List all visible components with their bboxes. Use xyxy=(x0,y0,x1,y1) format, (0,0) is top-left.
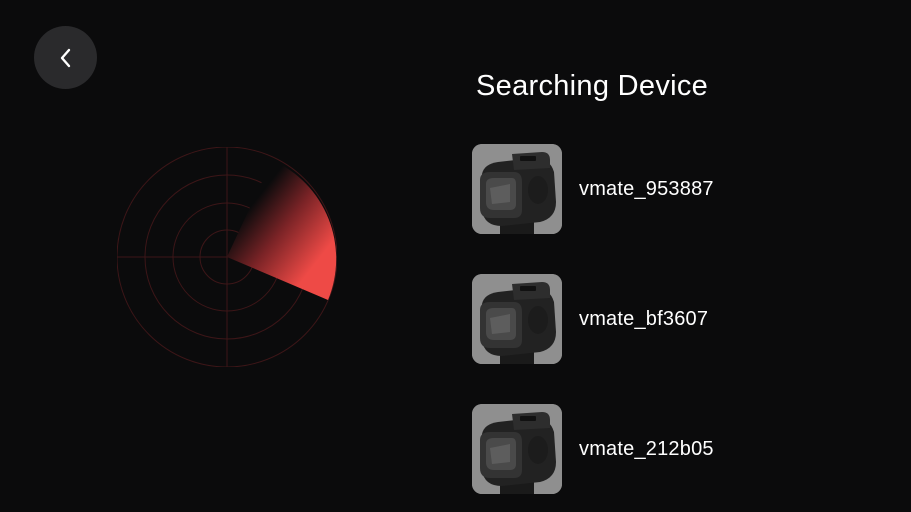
chevron-left-icon xyxy=(58,47,74,69)
gimbal-camera-icon xyxy=(472,404,562,494)
device-search-screen: Searching Device vmate_953887 vmate_bf36… xyxy=(0,0,911,512)
list-item-device-3[interactable]: vmate_212b05 xyxy=(472,404,872,494)
device-name: vmate_212b05 xyxy=(579,437,714,460)
device-name: vmate_bf3607 xyxy=(579,307,709,330)
device-list: vmate_953887 vmate_bf3607 vmate_212b05 xyxy=(472,144,872,512)
gimbal-camera-icon xyxy=(472,144,562,234)
radar-scan-icon xyxy=(116,146,338,368)
gimbal-camera-icon xyxy=(472,274,562,364)
back-button[interactable] xyxy=(34,26,97,89)
page-title: Searching Device xyxy=(476,70,709,102)
list-item-device-1[interactable]: vmate_953887 xyxy=(472,144,872,234)
list-item-device-2[interactable]: vmate_bf3607 xyxy=(472,274,872,364)
device-name: vmate_953887 xyxy=(579,177,714,200)
